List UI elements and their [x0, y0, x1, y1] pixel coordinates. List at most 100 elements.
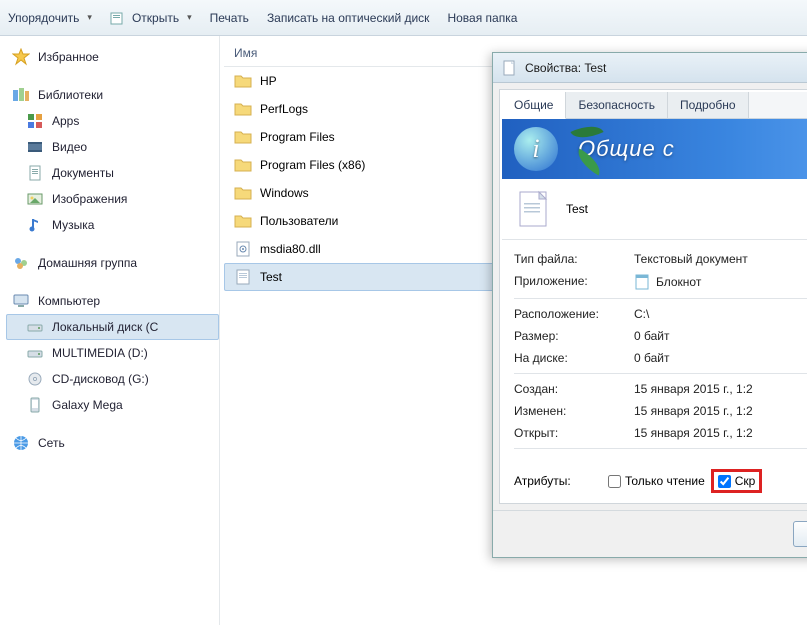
folder-icon — [234, 184, 252, 202]
info-icon: i — [514, 127, 558, 171]
opened-value: 15 января 2015 г., 1:2 — [634, 426, 807, 440]
open-icon — [110, 10, 126, 26]
attributes-label: Атрибуты: — [514, 474, 602, 488]
folder-icon — [234, 100, 252, 118]
libraries-root[interactable]: Библиотеки — [6, 82, 219, 108]
computer-root[interactable]: Компьютер — [6, 288, 219, 314]
disk-value: 0 байт — [634, 351, 807, 365]
file-name: Program Files — [260, 130, 335, 144]
drive-cd[interactable]: CD-дисковод (G:) — [6, 366, 219, 392]
file-name: msdia80.dll — [260, 242, 321, 256]
favorites-label: Избранное — [38, 50, 99, 64]
dialog-title-text: Свойства: Test — [525, 61, 606, 75]
drive-label: Локальный диск (C — [52, 320, 158, 334]
libraries-label: Библиотеки — [38, 88, 103, 102]
documents-icon — [26, 164, 44, 182]
tabs: Общие Безопасность Подробно — [502, 92, 807, 119]
toolbar: Упорядочить Открыть Печать Записать на о… — [0, 0, 807, 36]
favorites-root[interactable]: Избранное — [6, 44, 219, 70]
music-icon — [26, 216, 44, 234]
readonly-checkbox[interactable]: Только чтение — [608, 474, 705, 488]
cd-icon — [26, 370, 44, 388]
loc-label: Расположение: — [514, 307, 634, 321]
computer-icon — [12, 292, 30, 310]
file-name: Program Files (x86) — [260, 158, 365, 172]
burn-button[interactable]: Записать на оптический диск — [267, 11, 430, 25]
file-name-text[interactable]: Test — [566, 202, 807, 216]
file-name: Windows — [260, 186, 309, 200]
folder-icon — [234, 156, 252, 174]
loc-value: C:\ — [634, 307, 807, 321]
file-name: PerfLogs — [260, 102, 308, 116]
ok-button[interactable]: OK — [793, 521, 807, 547]
library-label: Музыка — [52, 218, 94, 232]
tab-general[interactable]: Общие — [502, 92, 566, 119]
hidden-highlight: Скр — [711, 469, 763, 493]
file-name: Test — [260, 270, 282, 284]
file-icon — [501, 60, 517, 76]
file-name: HP — [260, 74, 277, 88]
size-label: Размер: — [514, 329, 634, 343]
drive-c[interactable]: Локальный диск (C — [6, 314, 219, 340]
library-label: Документы — [52, 166, 114, 180]
banner: i Общие с — [502, 119, 807, 179]
dialog-titlebar[interactable]: Свойства: Test — [493, 53, 807, 83]
dll-icon — [234, 240, 252, 258]
homegroup-icon — [12, 254, 30, 272]
file-big-icon — [514, 189, 554, 229]
file-name: Пользователи — [260, 214, 338, 228]
library-apps[interactable]: Apps — [6, 108, 219, 134]
network-root[interactable]: Сеть — [6, 430, 219, 456]
tab-details[interactable]: Подробно — [668, 92, 749, 118]
size-value: 0 байт — [634, 329, 807, 343]
hidden-input[interactable] — [718, 475, 731, 488]
hidden-label: Скр — [735, 474, 756, 488]
folder-icon — [234, 128, 252, 146]
library-video[interactable]: Видео — [6, 134, 219, 160]
txt-icon — [234, 268, 252, 286]
library-label: Видео — [52, 140, 87, 154]
modified-value: 15 января 2015 г., 1:2 — [634, 404, 807, 418]
library-pictures[interactable]: Изображения — [6, 186, 219, 212]
modified-label: Изменен: — [514, 404, 634, 418]
folder-icon — [234, 212, 252, 230]
disk-label: На диске: — [514, 351, 634, 365]
app-value: Блокнот — [634, 274, 807, 290]
library-label: Изображения — [52, 192, 127, 206]
network-label: Сеть — [38, 436, 65, 450]
created-label: Создан: — [514, 382, 634, 396]
library-music[interactable]: Музыка — [6, 212, 219, 238]
print-button[interactable]: Печать — [210, 11, 249, 25]
video-icon — [26, 138, 44, 156]
drive-label: CD-дисковод (G:) — [52, 372, 149, 386]
library-documents[interactable]: Документы — [6, 160, 219, 186]
hidden-checkbox[interactable]: Скр — [718, 474, 756, 488]
drive-label: MULTIMEDIA (D:) — [52, 346, 148, 360]
drive-icon — [26, 344, 44, 362]
star-icon — [12, 48, 30, 66]
phone-icon — [26, 396, 44, 414]
homegroup-root[interactable]: Домашняя группа — [6, 250, 219, 276]
notepad-icon — [634, 274, 650, 290]
navigation-pane: Избранное Библиотеки Apps Видео Документ… — [0, 36, 220, 625]
drive-phone[interactable]: Galaxy Mega — [6, 392, 219, 418]
readonly-input[interactable] — [608, 475, 621, 488]
created-value: 15 января 2015 г., 1:2 — [634, 382, 807, 396]
homegroup-label: Домашняя группа — [38, 256, 137, 270]
library-label: Apps — [52, 114, 79, 128]
network-icon — [12, 434, 30, 452]
type-value: Текстовый документ — [634, 252, 807, 266]
apps-icon — [26, 112, 44, 130]
organize-button[interactable]: Упорядочить — [8, 11, 92, 25]
opened-label: Открыт: — [514, 426, 634, 440]
open-button[interactable]: Открыть — [110, 10, 192, 26]
readonly-label: Только чтение — [625, 474, 705, 488]
libraries-icon — [12, 86, 30, 104]
type-label: Тип файла: — [514, 252, 634, 266]
folder-icon — [234, 72, 252, 90]
tab-security[interactable]: Безопасность — [566, 92, 668, 118]
drive-icon — [26, 318, 44, 336]
new-folder-button[interactable]: Новая папка — [447, 11, 517, 25]
drive-d[interactable]: MULTIMEDIA (D:) — [6, 340, 219, 366]
app-label: Приложение: — [514, 274, 634, 290]
